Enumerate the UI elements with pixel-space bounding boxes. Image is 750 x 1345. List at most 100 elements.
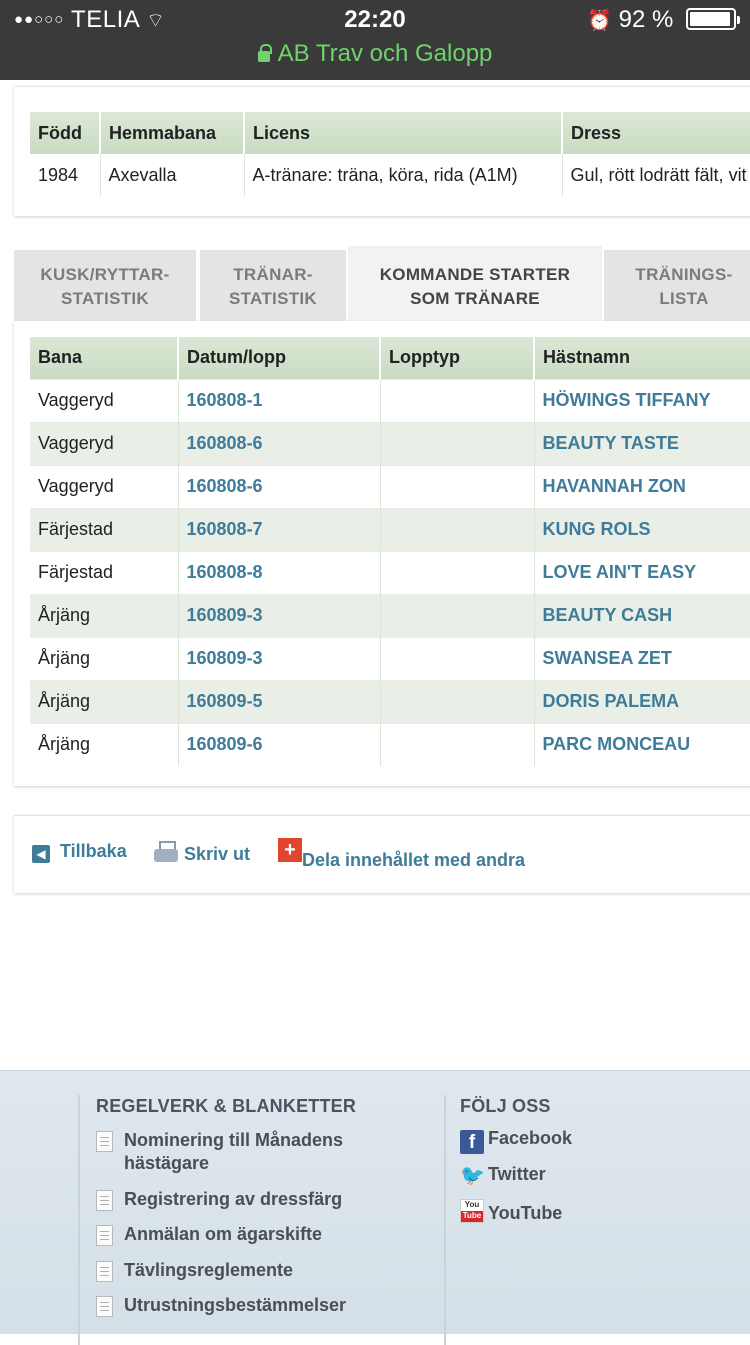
tab-label-line2: STATISTIK [228,289,317,308]
footer-link-label: Nominering till Månadens hästägare [124,1130,344,1173]
document-icon [96,1131,113,1152]
tab-kommande-starter[interactable]: KOMMANDE STARTER SOM TRÄNARE [348,246,602,322]
race-link[interactable]: 160808-6 [177,464,380,508]
tab-traningslista[interactable]: TRÄNINGS- LISTA [604,250,750,322]
cell-bana: Vaggeryd [30,378,178,422]
cell-dress: Gul, rött lodrätt fält, vit [561,154,750,196]
print-button[interactable]: Skriv ut [154,841,250,865]
col-header-lopptyp: Lopptyp [379,337,534,379]
horse-link[interactable]: PARC MONCEAU [533,722,750,766]
cell-bana: Årjäng [30,722,178,766]
race-link[interactable]: 160809-6 [177,722,380,766]
tab-label-line1: TRÄNAR- [233,265,313,284]
col-header-bana: Bana [30,337,178,379]
share-label: Dela innehållet med andra [302,850,526,870]
facebook-icon: f [460,1130,484,1154]
document-icon [96,1190,113,1211]
horse-link[interactable]: BEAUTY CASH [533,593,750,637]
tab-kusk-statistik[interactable]: KUSK/RYTTAR- STATISTIK [14,250,196,322]
starts-panel: Bana Datum/lopp Lopptyp Hästnamn Vaggery… [14,321,750,786]
horse-link[interactable]: BEAUTY TASTE [533,421,750,465]
table-row: Färjestad 160808-7 KUNG ROLS [30,507,750,551]
cell-lopptyp [379,378,534,422]
back-label: Tillbaka [60,841,127,861]
horse-link[interactable]: SWANSEA ZET [533,636,750,680]
battery-percent: 92 % [618,6,674,33]
facebook-link[interactable]: f Facebook [460,1128,572,1154]
footer: REGELVERK & BLANKETTER Nominering till M… [0,1070,750,1345]
cell-bana: Årjäng [30,636,178,680]
col-header-licens: Licens [243,112,562,154]
cell-bana: Vaggeryd [30,421,178,465]
footer-divider [444,1095,446,1345]
twitter-link[interactable]: 🐦 Twitter [460,1163,546,1187]
share-plus-icon: + [278,838,302,862]
cell-lopptyp [379,464,534,508]
tab-label-line1: KOMMANDE STARTER [379,265,571,284]
tab-label-line1: TRÄNINGS- [635,265,733,284]
twitter-icon: 🐦 [460,1165,485,1187]
race-link[interactable]: 160809-5 [177,679,380,723]
footer-link-nominering[interactable]: Nominering till Månadens hästägare [96,1129,376,1175]
race-link[interactable]: 160809-3 [177,636,380,680]
footer-link-label: Utrustningsbestämmelser [124,1295,347,1315]
footer-link-label: Anmälan om ägarskifte [124,1224,323,1244]
race-link[interactable]: 160809-3 [177,593,380,637]
table-row: Årjäng 160809-3 SWANSEA ZET [30,636,750,680]
table-row: Vaggeryd 160808-1 HÖWINGS TIFFANY [30,378,750,422]
race-link[interactable]: 160808-8 [177,550,380,594]
horse-link[interactable]: LOVE AIN'T EASY [533,550,750,594]
cell-hemmabana: Axevalla [99,154,244,196]
col-header-datum: Datum/lopp [177,337,380,379]
tab-label-line2: SOM TRÄNARE [410,289,540,308]
tab-tranar-statistik[interactable]: TRÄNAR- STATISTIK [200,250,346,322]
horse-link[interactable]: KUNG ROLS [533,507,750,551]
tab-label-line2: STATISTIK [60,289,149,308]
share-button[interactable]: + Dela innehållet med andra [278,838,525,871]
col-header-hemmabana: Hemmabana [99,112,244,154]
tab-label-line2: LISTA [659,289,709,308]
tab-bar: KUSK/RYTTAR- STATISTIK TRÄNAR- STATISTIK… [14,246,750,322]
cell-lopptyp [379,636,534,680]
back-button[interactable]: ◀ Tillbaka [32,841,127,863]
site-title: AB Trav och Galopp [277,40,493,67]
footer-link-dressfarg[interactable]: Registrering av dressfärg [96,1188,342,1211]
table-row: Årjäng 160809-6 PARC MONCEAU [30,722,750,766]
horse-link[interactable]: DORIS PALEMA [533,679,750,723]
status-right: ⏰ 92 % [587,6,740,34]
footer-link-utrustning[interactable]: Utrustningsbestämmelser [96,1294,346,1317]
table-row: Färjestad 160808-8 LOVE AIN'T EASY [30,550,750,594]
table-row: Vaggeryd 160808-6 BEAUTY TASTE [30,421,750,465]
footer-link-reglemente[interactable]: Tävlingsreglemente [96,1259,293,1282]
document-icon [96,1225,113,1246]
table-row: Årjäng 160809-5 DORIS PALEMA [30,679,750,723]
cell-bana: Årjäng [30,593,178,637]
cell-bana: Årjäng [30,679,178,723]
cell-bana: Vaggeryd [30,464,178,508]
facebook-label: Facebook [488,1128,573,1148]
race-link[interactable]: 160808-1 [177,378,380,422]
actions-bar: ◀ Tillbaka Skriv ut + Dela innehållet med … [14,815,750,893]
table-row: Vaggeryd 160808-6 HAVANNAH ZON [30,464,750,508]
horse-link[interactable]: HÖWINGS TIFFANY [533,378,750,422]
trainer-info-panel: Född Hemmabana Licens Dress 1984 Axevall… [14,86,750,216]
footer-divider [78,1095,80,1345]
horse-link[interactable]: HAVANNAH ZON [533,464,750,508]
cell-lopptyp [379,421,534,465]
back-arrow-icon: ◀ [32,845,50,863]
url-bar[interactable]: AB Trav och Galopp [0,40,750,68]
cell-lopptyp [379,722,534,766]
document-icon [96,1296,113,1317]
youtube-label: YouTube [488,1203,563,1223]
youtube-link[interactable]: You Tube YouTube [460,1199,562,1224]
lock-icon [257,44,272,62]
twitter-label: Twitter [488,1164,546,1184]
footer-link-agarskifte[interactable]: Anmälan om ägarskifte [96,1223,322,1246]
race-link[interactable]: 160808-6 [177,421,380,465]
tab-label-line1: KUSK/RYTTAR- [40,265,170,284]
youtube-icon: You Tube [460,1199,484,1223]
cell-lopptyp [379,593,534,637]
status-bar: ●●○○○ TELIA ⌔ 22:20 ⏰ 92 % AB Trav och G… [0,0,750,80]
trainer-info-table: Född Hemmabana Licens Dress 1984 Axevall… [30,112,750,196]
race-link[interactable]: 160808-7 [177,507,380,551]
